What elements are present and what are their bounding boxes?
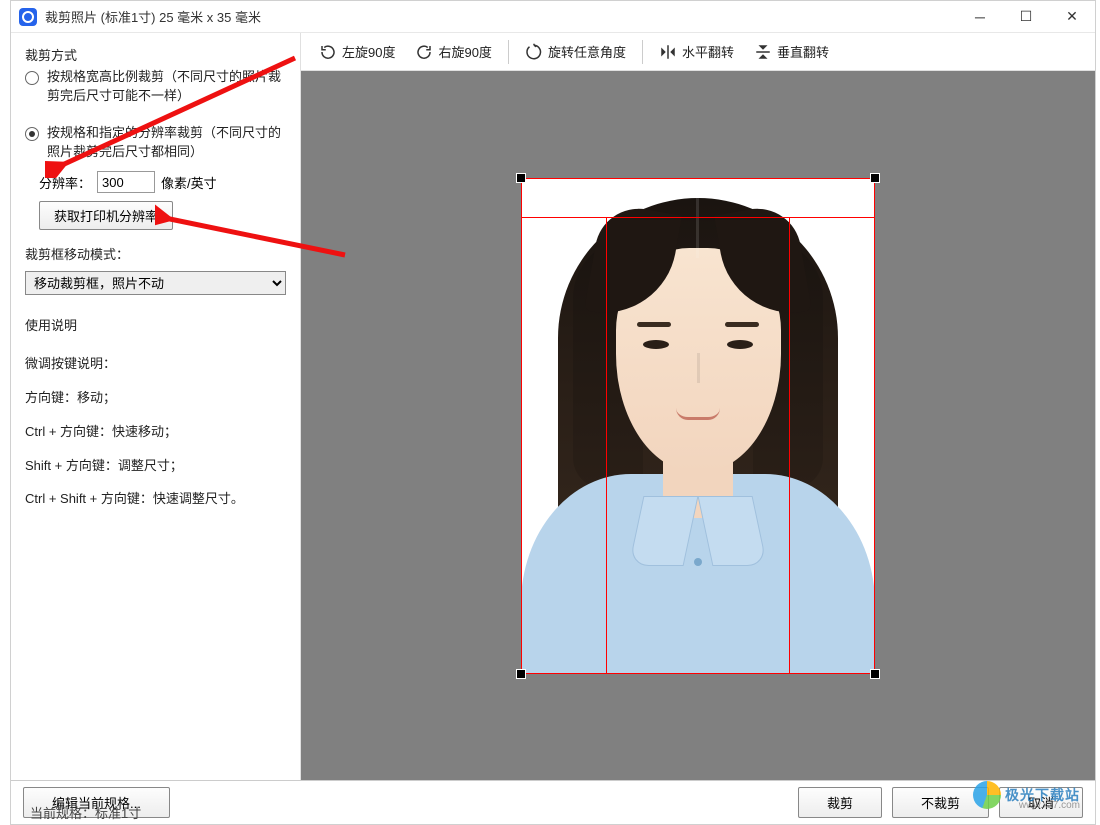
minimize-button[interactable]: ─ <box>957 1 1003 33</box>
crop-handle-bottom-right[interactable] <box>870 669 880 679</box>
watermark: 极光下载站 www.xz7.com <box>973 781 1080 809</box>
tool-label: 左旋90度 <box>342 42 395 61</box>
status-text: 当前规格：标准1寸 <box>30 803 141 822</box>
close-button[interactable]: ✕ <box>1049 1 1095 33</box>
instruction-line: Shift + 方向键：调整尺寸； <box>25 449 286 483</box>
rotate-left-button[interactable]: 左旋90度 <box>311 38 403 65</box>
resolution-row: 分辨率： 像素/英寸 <box>39 171 286 193</box>
toolbar: 左旋90度 右旋90度 旋转任意角度 <box>301 33 1095 71</box>
rotate-right-icon <box>415 43 433 61</box>
instructions-title: 使用说明 <box>25 309 286 343</box>
sidebar: 裁剪方式 按规格宽高比例裁剪（不同尺寸的照片裁剪完后尺寸可能不一样） 按规格和指… <box>11 33 301 780</box>
instruction-line: Ctrl + Shift + 方向键：快速调整尺寸。 <box>25 482 286 516</box>
tool-label: 水平翻转 <box>682 42 734 61</box>
passport-photo <box>521 178 875 674</box>
canvas-area: 左旋90度 右旋90度 旋转任意角度 <box>301 33 1095 780</box>
move-mode-section: 裁剪框移动模式： 移动裁剪框，照片不动 <box>25 244 286 295</box>
main-area: 裁剪方式 按规格宽高比例裁剪（不同尺寸的照片裁剪完后尺寸可能不一样） 按规格和指… <box>11 33 1095 780</box>
rotate-left-icon <box>319 43 337 61</box>
crop-method-radio-group: 按规格宽高比例裁剪（不同尺寸的照片裁剪完后尺寸可能不一样） 按规格和指定的分辨率… <box>25 68 286 161</box>
radio-label: 按规格宽高比例裁剪（不同尺寸的照片裁剪完后尺寸可能不一样） <box>47 68 286 106</box>
crop-handle-top-right[interactable] <box>870 173 880 183</box>
window-title: 裁剪照片 (标准1寸) 25 毫米 x 35 毫米 <box>45 7 957 26</box>
rotate-any-icon <box>525 43 543 61</box>
watermark-logo-icon <box>973 781 1001 809</box>
instruction-line: 方向键：移动； <box>25 381 286 415</box>
crop-button[interactable]: 裁剪 <box>798 787 882 818</box>
radio-label: 按规格和指定的分辨率裁剪（不同尺寸的照片裁剪完后尺寸都相同） <box>47 124 286 162</box>
crop-method-section: 裁剪方式 按规格宽高比例裁剪（不同尺寸的照片裁剪完后尺寸可能不一样） 按规格和指… <box>25 45 286 230</box>
crop-handle-bottom-left[interactable] <box>516 669 526 679</box>
photo-canvas[interactable] <box>301 71 1095 780</box>
tool-label: 右旋90度 <box>438 42 491 61</box>
maximize-button[interactable]: ☐ <box>1003 1 1049 33</box>
flip-horizontal-button[interactable]: 水平翻转 <box>651 38 742 65</box>
flip-vertical-icon <box>754 43 772 61</box>
resolution-unit: 像素/英寸 <box>161 173 217 192</box>
rotate-right-button[interactable]: 右旋90度 <box>407 38 499 65</box>
tool-label: 旋转任意角度 <box>548 42 626 61</box>
app-icon <box>19 8 37 26</box>
radio-aspect-ratio[interactable]: 按规格宽高比例裁剪（不同尺寸的照片裁剪完后尺寸可能不一样） <box>25 68 286 106</box>
resolution-input[interactable] <box>97 171 155 193</box>
flip-horizontal-icon <box>659 43 677 61</box>
photo-frame[interactable] <box>521 178 875 674</box>
bottom-bar: 编辑当前规格... 裁剪 不裁剪 取消 <box>11 780 1095 824</box>
instruction-line: 微调按键说明： <box>25 347 286 381</box>
flip-vertical-button[interactable]: 垂直翻转 <box>746 38 837 65</box>
window-controls: ─ ☐ ✕ <box>957 1 1095 33</box>
resolution-label: 分辨率： <box>39 173 91 192</box>
crop-handle-top-left[interactable] <box>516 173 526 183</box>
radio-icon <box>25 127 39 141</box>
move-mode-select[interactable]: 移动裁剪框，照片不动 <box>25 271 286 295</box>
toolbar-separator <box>508 40 509 64</box>
get-printer-resolution-button[interactable]: 获取打印机分辨率 <box>39 201 173 230</box>
titlebar: 裁剪照片 (标准1寸) 25 毫米 x 35 毫米 ─ ☐ ✕ <box>11 1 1095 33</box>
radio-icon <box>25 71 39 85</box>
instructions-section: 使用说明 微调按键说明： 方向键：移动； Ctrl + 方向键：快速移动； Sh… <box>25 309 286 516</box>
move-mode-label: 裁剪框移动模式： <box>25 244 286 263</box>
radio-fixed-resolution[interactable]: 按规格和指定的分辨率裁剪（不同尺寸的照片裁剪完后尺寸都相同） <box>25 124 286 162</box>
toolbar-separator <box>642 40 643 64</box>
tool-label: 垂直翻转 <box>777 42 829 61</box>
crop-method-label: 裁剪方式 <box>25 45 286 64</box>
watermark-url: www.xz7.com <box>1019 800 1080 811</box>
instruction-line: Ctrl + 方向键：快速移动； <box>25 415 286 449</box>
rotate-any-button[interactable]: 旋转任意角度 <box>517 38 634 65</box>
crop-photo-dialog: 裁剪照片 (标准1寸) 25 毫米 x 35 毫米 ─ ☐ ✕ 裁剪方式 按规格… <box>10 0 1096 825</box>
